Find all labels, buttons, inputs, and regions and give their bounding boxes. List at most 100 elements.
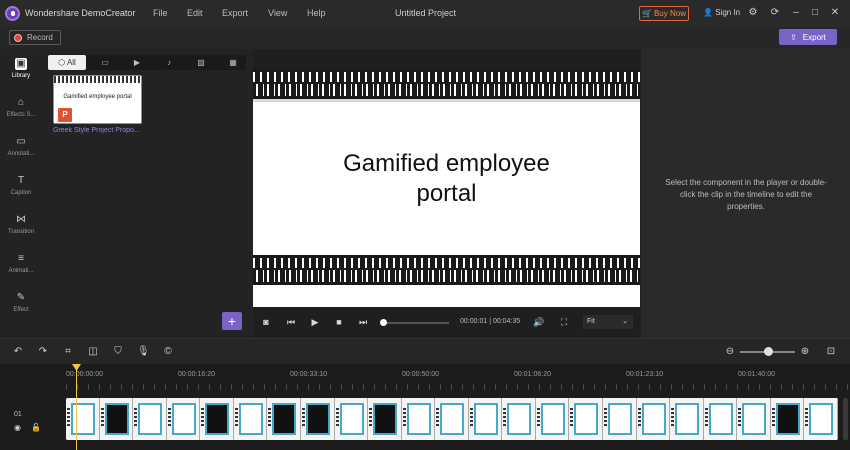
sidebar-label: Effect xyxy=(13,307,29,313)
record-dot-icon xyxy=(14,33,22,42)
sidebar-item-library[interactable]: ▣ Library xyxy=(0,58,42,79)
preview-panel: Gamified employee portal ◙ ⏮ ▶ ■ ⏭ 00:00… xyxy=(253,49,641,338)
snapshot-icon[interactable]: ◙ xyxy=(260,316,272,328)
clip-frame xyxy=(603,398,637,440)
sidebar-item-annotation[interactable]: ▭ Annotati... xyxy=(0,136,42,157)
clip-frame xyxy=(200,398,234,440)
clip-frame xyxy=(300,398,335,440)
sidebar-item-transition[interactable]: ⋈ Transition xyxy=(0,214,42,235)
menu-export[interactable]: Export xyxy=(222,8,248,18)
tab-clips[interactable]: ▶ xyxy=(126,55,148,70)
zoom-in-icon[interactable]: ⊕ xyxy=(799,346,811,358)
sidebar-label: Library xyxy=(11,73,31,79)
marker-icon[interactable]: ⛉ xyxy=(112,346,124,358)
clip-frame xyxy=(737,398,771,440)
tab-more[interactable]: ▦ xyxy=(222,55,244,70)
sign-in-label: Sign In xyxy=(715,8,741,17)
project-title: Untitled Project xyxy=(395,8,457,18)
clip-frame xyxy=(435,398,469,440)
sidebar-item-animation[interactable]: ≡ Animati... xyxy=(0,253,42,274)
thumb-title: Gamified employee portal xyxy=(63,94,132,100)
app-title: Wondershare DemoCreator xyxy=(25,8,136,18)
undo-icon[interactable]: ↶ xyxy=(12,346,24,358)
sync-icon[interactable]: ⟳ xyxy=(768,6,782,20)
timecode: 00:00:01 | 00:04:35 xyxy=(460,318,521,325)
sidebar-label: Annotati... xyxy=(7,151,35,157)
record-button[interactable]: Record xyxy=(9,30,61,45)
menu-help[interactable]: Help xyxy=(307,8,326,18)
tab-all[interactable]: ⬡ All xyxy=(48,55,86,70)
video-clip[interactable] xyxy=(66,398,838,440)
clip-frame xyxy=(468,398,503,440)
clip-frame xyxy=(670,398,704,440)
ruler-label: 00:00:16:20 xyxy=(178,371,215,378)
app-logo-icon xyxy=(5,6,20,21)
fullscreen-icon[interactable]: ⛶ xyxy=(558,316,570,328)
add-media-button[interactable]: + xyxy=(222,312,242,330)
menu-file[interactable]: File xyxy=(153,8,168,18)
next-frame-icon[interactable]: ⏭ xyxy=(357,316,369,328)
caption-icon: T xyxy=(17,175,25,186)
clip-frame xyxy=(66,398,100,440)
clip-frame xyxy=(703,398,738,440)
slide-title: Gamified employee portal xyxy=(253,149,640,209)
play-icon[interactable]: ▶ xyxy=(309,316,321,328)
crop-icon[interactable]: ⌗ xyxy=(62,346,74,358)
play-box-icon: ▶ xyxy=(133,58,141,67)
annotation-icon: ▭ xyxy=(16,136,26,147)
playback-scrubber[interactable] xyxy=(381,322,449,324)
scrubber-handle[interactable] xyxy=(380,319,387,326)
help-icon[interactable]: ⚙ xyxy=(746,6,760,20)
menu-edit[interactable]: Edit xyxy=(187,8,203,18)
properties-panel: Select the component in the player or do… xyxy=(641,49,850,338)
cube-icon: ⬡ xyxy=(58,58,66,67)
media-thumbnail[interactable]: Gamified employee portal P xyxy=(53,75,142,124)
effects-icon: ⌂ xyxy=(17,97,25,108)
close-icon[interactable]: ✕ xyxy=(828,6,842,20)
tab-images[interactable]: ▨ xyxy=(190,55,212,70)
sidebar-item-effects-store[interactable]: ⌂ Effects S... xyxy=(0,97,42,118)
volume-icon[interactable]: 🔊 xyxy=(533,316,545,328)
sign-in-button[interactable]: 👤 Sign In xyxy=(703,8,740,17)
tab-all-label: All xyxy=(66,58,76,67)
previous-frame-icon[interactable]: ⏮ xyxy=(285,316,297,328)
redo-icon[interactable]: ↷ xyxy=(37,346,49,358)
buy-now-button[interactable]: 🛒 Buy Now xyxy=(639,6,689,21)
library-icon: ▣ xyxy=(15,58,27,70)
stop-icon[interactable]: ■ xyxy=(333,316,345,328)
sidebar-item-caption[interactable]: T Caption xyxy=(0,175,42,196)
fit-timeline-icon[interactable]: ⊡ xyxy=(825,346,837,358)
tab-video[interactable]: ▭ xyxy=(94,55,116,70)
split-icon[interactable]: ◫ xyxy=(87,346,99,358)
fit-dropdown[interactable]: Fit ⌄ xyxy=(583,315,633,329)
zoom-out-icon[interactable]: ⊖ xyxy=(724,346,736,358)
clip-frame xyxy=(368,398,402,440)
smart-icon[interactable]: © xyxy=(162,346,174,358)
ruler-label: 00:01:40:00 xyxy=(738,371,775,378)
clip-frame xyxy=(233,398,268,440)
time-ruler[interactable]: 00:00:00:00 00:00:16:20 00:00:33:10 00:0… xyxy=(66,364,850,392)
eye-icon[interactable]: ◉ xyxy=(14,423,21,432)
effect-wand-icon: ✎ xyxy=(16,292,26,303)
preview-canvas[interactable]: Gamified employee portal xyxy=(253,69,640,307)
zoom-slider-handle[interactable] xyxy=(764,347,773,356)
slide-title-line1: Gamified employee xyxy=(343,150,550,177)
greek-pattern-bottom xyxy=(253,255,640,285)
maximize-icon[interactable]: □ xyxy=(808,6,822,20)
tab-audio[interactable]: ♪ xyxy=(158,55,180,70)
sidebar-item-effect[interactable]: ✎ Effect xyxy=(0,292,42,313)
video-camera-icon: ▭ xyxy=(101,58,109,67)
lock-icon[interactable]: 🔓 xyxy=(31,423,41,432)
microphone-icon[interactable]: 🎙 xyxy=(137,346,150,358)
playhead[interactable] xyxy=(76,365,77,450)
clip-frame xyxy=(569,398,603,440)
clip-frame xyxy=(267,398,301,440)
minimize-icon[interactable]: – xyxy=(789,6,803,20)
music-note-icon: ♪ xyxy=(167,58,171,67)
action-bar: Record ⇪ Export xyxy=(0,27,850,49)
timeline-scrollbar[interactable] xyxy=(843,398,848,440)
export-label: Export xyxy=(802,32,826,42)
export-button[interactable]: ⇪ Export xyxy=(779,29,837,45)
clip-frame xyxy=(770,398,805,440)
menu-view[interactable]: View xyxy=(268,8,287,18)
